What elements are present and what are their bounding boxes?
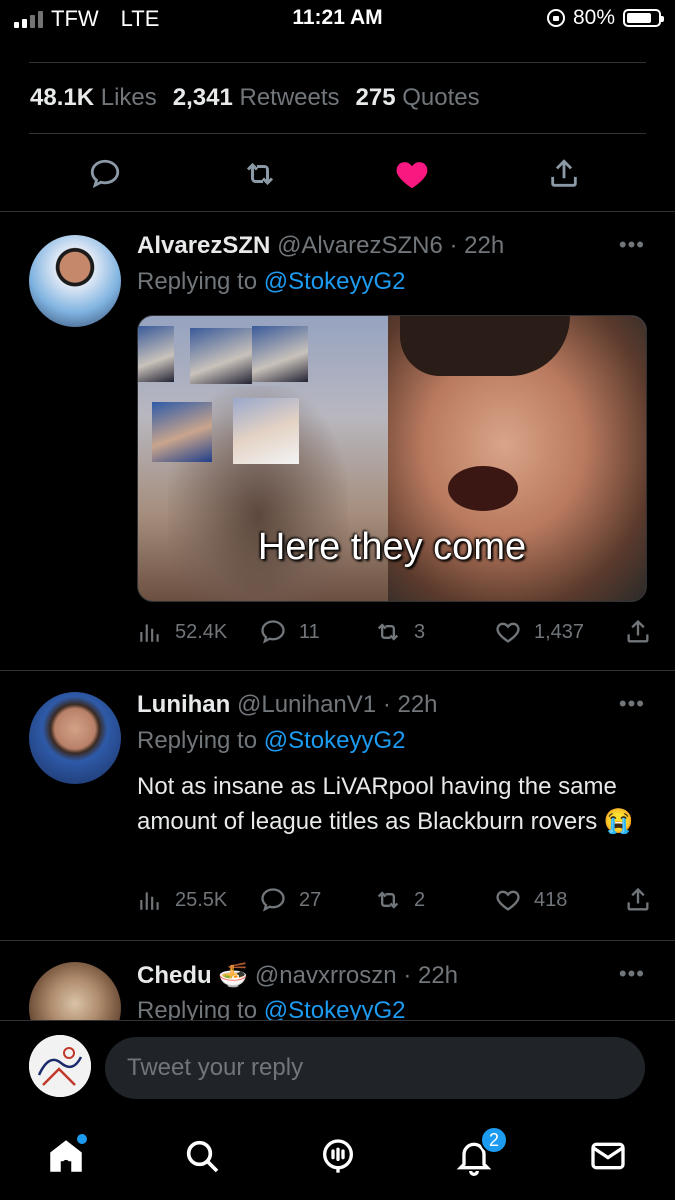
retweet-button[interactable] [238,152,282,196]
main-tweet-actions [0,152,675,198]
reply-composer [0,1020,675,1113]
tweet-media-image[interactable]: Here they come [137,315,647,602]
tweet-stats: 48.1K Likes 2,341 Retweets 275 Quotes [30,84,480,112]
status-bar: TFW LTE 11:21 AM 80% [0,0,675,36]
avatar[interactable] [29,692,121,784]
share-icon [551,159,577,187]
reply-button[interactable]: 11 [259,617,320,647]
share-button[interactable] [624,617,652,647]
display-name[interactable]: Chedu 🍜 [137,962,248,989]
timestamp: · 22h [403,962,459,989]
retweet-count: 2 [414,888,426,911]
views-button[interactable]: 52.4K [137,617,227,647]
retweet-count: 3 [414,620,426,643]
reply-icon [90,159,120,189]
views-button[interactable]: 25.5K [137,885,227,915]
media-caption: Here they come [257,526,527,568]
reply-count: 27 [299,888,322,911]
replying-to-label: Replying to [137,727,258,754]
views-count: 52.4K [175,620,228,643]
username[interactable]: @AlvarezSZN6 [277,232,443,259]
reply-input[interactable] [105,1037,645,1099]
search-icon [186,1140,219,1173]
reply-tweet[interactable]: AlvarezSZN @AlvarezSZN6 · 22h ••• Replyi… [0,211,675,670]
tab-search[interactable] [178,1132,226,1180]
like-button[interactable] [390,152,434,196]
tweet-text: Not as insane as LiVARpool having the sa… [137,773,634,835]
like-icon [496,890,520,911]
reply-tweet[interactable]: Chedu 🍜 @navxrroszn · 22h ••• Replying t… [0,940,675,1020]
battery-percent: 80% [572,6,615,29]
reply-tweet[interactable]: Lunihan @LunihanV1 · 22h ••• Replying to… [0,670,675,940]
bottom-tab-bar: 2 [0,1112,675,1200]
reply-button[interactable]: 27 [259,885,321,915]
mail-icon [591,1142,625,1170]
share-button[interactable] [542,152,586,196]
retweet-button[interactable]: 3 [374,617,425,647]
retweet-icon [377,891,399,909]
tweet-metrics: 52.4K 11 3 1,437 [137,617,657,647]
mention-link[interactable]: @StokeyyG2 [264,727,406,754]
notifications-badge: 2 [480,1126,508,1154]
share-icon [627,887,649,911]
like-count: 1,437 [534,620,585,643]
player-photo [190,328,252,384]
player-photo [152,402,212,462]
player-photo [233,398,299,464]
tab-messages[interactable] [584,1132,632,1180]
display-name[interactable]: Lunihan [137,691,230,718]
tweet-metrics: 25.5K 27 2 418 [137,885,657,915]
share-button[interactable] [624,885,652,915]
like-count: 418 [534,888,568,911]
reply-button[interactable] [83,152,127,196]
mention-link[interactable]: @StokeyyG2 [264,268,406,295]
twitter-thread-screen: TFW LTE 11:21 AM 80% 48.1K Likes 2,341 R… [0,0,675,1200]
reply-icon [261,888,285,912]
mention-link[interactable]: @StokeyyG2 [264,997,406,1020]
replying-to-label: Replying to [137,268,258,295]
retweets-stat[interactable]: 2,341 Retweets [173,84,340,112]
home-new-indicator [77,1134,87,1144]
replying-to-label: Replying to [137,997,258,1020]
timestamp: · 22h [449,232,505,259]
timestamp: · 22h [382,691,438,718]
avatar[interactable] [29,962,121,1020]
more-options-icon[interactable]: ••• [619,691,645,717]
likes-stat[interactable]: 48.1K Likes [30,84,157,112]
player-photo [138,326,174,382]
like-icon [396,162,428,189]
battery-icon [623,9,664,27]
like-button[interactable]: 1,437 [494,617,584,647]
retweet-icon [377,623,399,641]
spaces-icon [323,1139,353,1173]
reply-count: 11 [299,620,320,643]
player-photo [252,326,308,382]
like-button[interactable]: 418 [494,885,567,915]
divider [29,133,646,134]
username[interactable]: @LunihanV1 [237,691,376,718]
username[interactable]: @navxrroszn [255,962,397,989]
views-icon [140,892,159,910]
display-name[interactable]: AlvarezSZN [137,232,270,259]
reply-icon [261,620,285,644]
like-icon [496,622,520,643]
more-options-icon[interactable]: ••• [619,961,645,987]
divider [29,62,646,63]
tab-spaces[interactable] [314,1132,362,1180]
retweet-icon [246,162,274,186]
quotes-stat[interactable]: 275 Quotes [356,84,480,112]
retweet-button[interactable]: 2 [374,885,425,915]
share-icon [627,619,649,643]
views-count: 25.5K [175,888,228,911]
views-icon [140,624,159,642]
more-options-icon[interactable]: ••• [619,232,645,258]
rotation-lock-icon [546,9,565,27]
user-avatar[interactable] [29,1035,91,1097]
avatar[interactable] [29,235,121,327]
